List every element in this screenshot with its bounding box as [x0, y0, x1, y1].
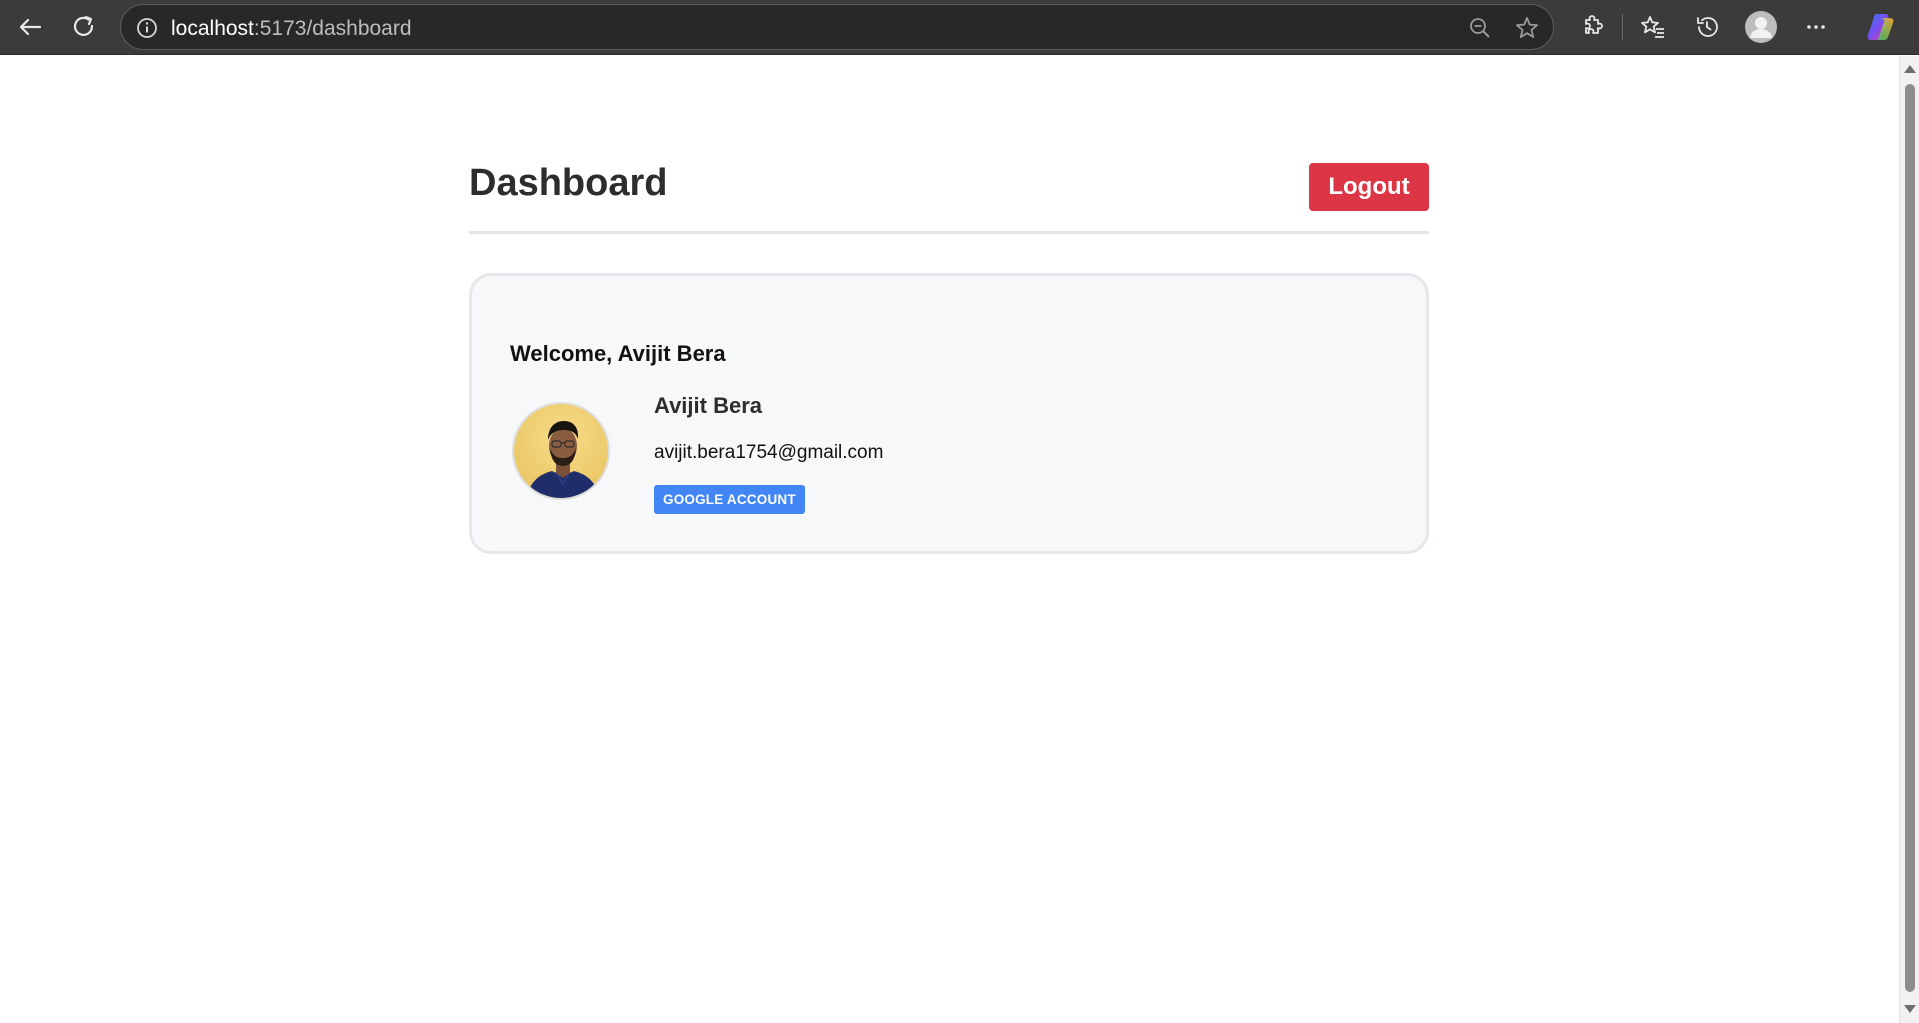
- user-email: avijit.bera1754@gmail.com: [654, 442, 884, 463]
- url-path: :5173/dashboard: [253, 17, 412, 40]
- profile-card: Welcome, Avijit Bera Avijit Bera avijit.…: [469, 273, 1429, 554]
- vertical-scrollbar[interactable]: [1899, 56, 1919, 1023]
- scroll-up-arrow-icon[interactable]: [1904, 65, 1916, 73]
- profile-icon[interactable]: [1743, 9, 1779, 45]
- puzzle-icon[interactable]: [1574, 9, 1610, 45]
- info-icon[interactable]: [135, 16, 159, 40]
- logout-button[interactable]: Logout: [1309, 163, 1429, 211]
- copilot-icon[interactable]: [1862, 9, 1898, 45]
- header-divider: [469, 231, 1429, 234]
- user-name: Avijit Bera: [654, 393, 763, 418]
- favorites-icon[interactable]: [1635, 9, 1671, 45]
- page-viewport: Dashboard Logout Welcome, Avijit Bera Av…: [0, 56, 1899, 1023]
- welcome-message: Welcome, Avijit Bera: [510, 341, 726, 366]
- page-title: Dashboard: [469, 162, 668, 204]
- account-type-badge: GOOGLE ACCOUNT: [654, 485, 805, 514]
- refresh-icon[interactable]: [66, 9, 102, 45]
- toolbar-divider: [1622, 14, 1623, 40]
- avatar: [512, 402, 610, 500]
- star-icon[interactable]: [1514, 15, 1540, 41]
- scrollbar-thumb[interactable]: [1905, 84, 1915, 992]
- address-bar[interactable]: localhost:5173/dashboard: [120, 4, 1554, 50]
- history-icon[interactable]: [1689, 9, 1725, 45]
- dashboard-header: Dashboard Logout: [469, 104, 1429, 234]
- url-text: localhost:5173/dashboard: [171, 17, 412, 41]
- zoom-out-icon[interactable]: [1467, 15, 1493, 41]
- browser-toolbar: localhost:5173/dashboard: [0, 0, 1919, 55]
- back-arrow-icon[interactable]: [12, 9, 48, 45]
- scroll-down-arrow-icon[interactable]: [1904, 1005, 1916, 1013]
- url-host: localhost: [171, 17, 254, 40]
- more-icon[interactable]: [1798, 9, 1834, 45]
